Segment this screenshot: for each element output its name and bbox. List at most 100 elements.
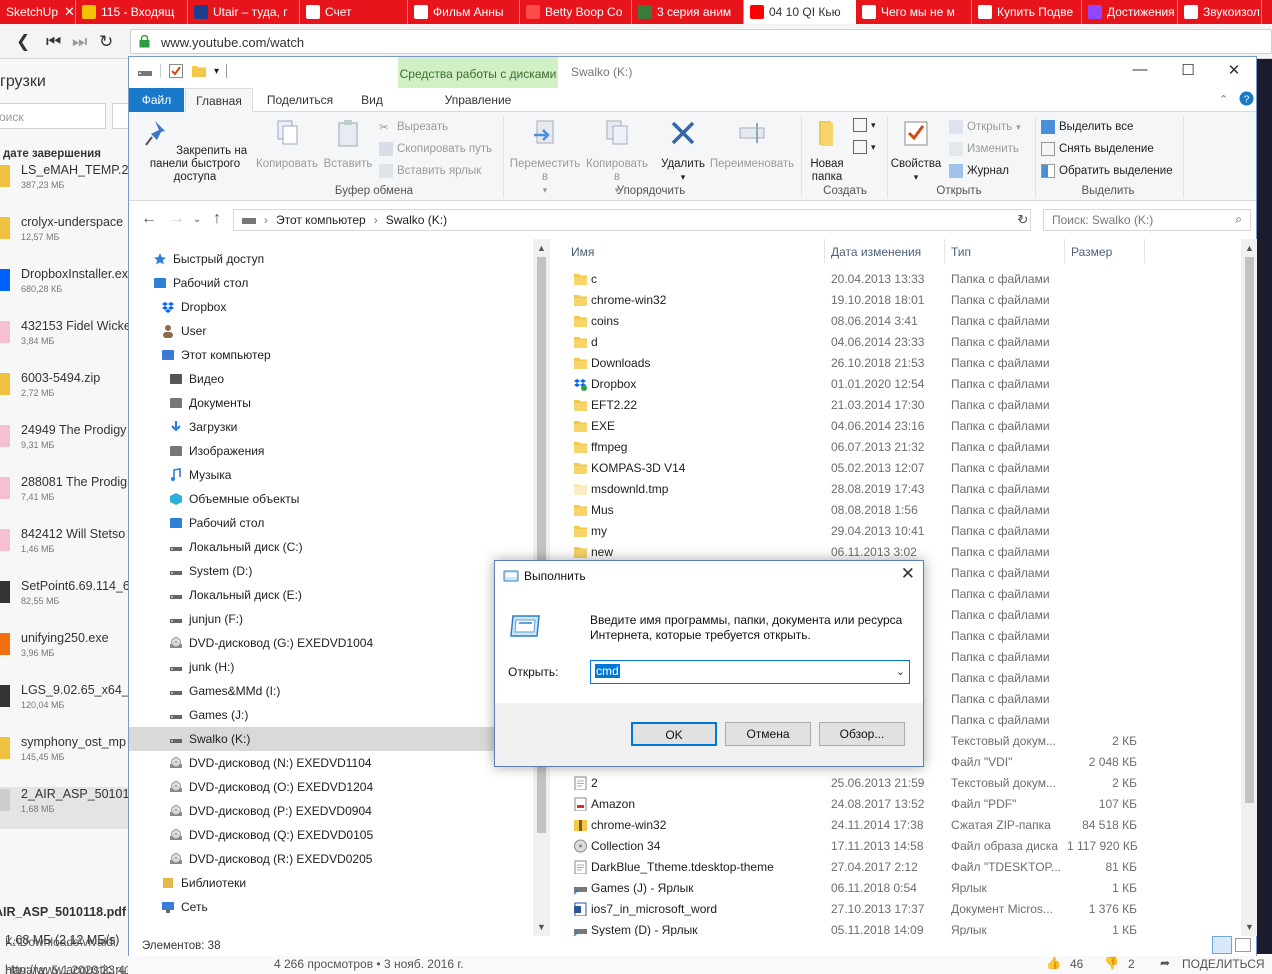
pin-button[interactable]: Закрепить на панели быстрого доступа [135, 118, 255, 184]
breadcrumb-drive[interactable]: Swalko (K:) [386, 213, 447, 227]
download-item[interactable]: LS_eMAH_TEMP.20 387,23 МБ [0, 163, 128, 215]
easy-access-button[interactable]: ▾ [853, 140, 876, 154]
column-separator[interactable] [944, 239, 945, 263]
nav-item[interactable]: Локальный диск (C:) [129, 535, 549, 559]
tab-file[interactable]: Файл [129, 88, 184, 112]
file-list-scrollbar[interactable]: ▲ ▼ [1241, 239, 1258, 936]
customize-qat-icon[interactable]: ▾ [214, 66, 219, 77]
download-item[interactable]: unifying250.exe 3,96 МБ [0, 631, 128, 683]
breadcrumb-computer[interactable]: Этот компьютер [276, 213, 366, 227]
downloads-filter-button[interactable] [112, 103, 128, 129]
browser-tab[interactable]: Счет [300, 0, 408, 24]
properties-button[interactable]: Свойства ▾ [889, 118, 943, 184]
file-row[interactable]: Dropbox 01.01.2020 12:54 Папка с файлами [563, 374, 1241, 395]
chevron-down-icon[interactable]: ⌄ [896, 665, 905, 678]
file-row[interactable]: msdownld.tmp 28.08.2019 17:43 Папка с файл… [563, 479, 1241, 500]
file-row[interactable]: DarkBlue_Ttheme.tdesktop-theme 27.04.2017… [563, 857, 1241, 878]
share-label[interactable]: ПОДЕЛИТЬСЯ [1182, 957, 1265, 971]
nav-item[interactable]: Рабочий стол [129, 271, 549, 295]
copy-button[interactable]: Копировать [255, 118, 319, 171]
file-row[interactable]: EFT2.22 21.03.2014 17:30 Папка с файлами [563, 395, 1241, 416]
download-item[interactable]: LGS_9.02.65_x64_Lo 120,04 МБ [0, 683, 128, 735]
back-icon[interactable]: ❮ [16, 32, 30, 52]
invert-selection-button[interactable]: Обратить выделение [1041, 164, 1173, 178]
nav-item[interactable]: Объемные объекты [129, 487, 549, 511]
refresh-icon[interactable]: ↻ [1013, 209, 1033, 231]
file-row[interactable]: ffmpeg 06.07.2013 21:32 Папка с файлами [563, 437, 1241, 458]
cancel-button[interactable]: Отмена [725, 722, 811, 746]
browser-tab[interactable]: SketchUp ✕ [0, 0, 76, 24]
maximize-button[interactable]: ☐ [1165, 61, 1211, 83]
delete-button[interactable]: Удалить ▾ [657, 118, 709, 184]
download-item[interactable]: SetPoint6.69.114_6 82,55 МБ [0, 579, 128, 631]
file-row[interactable]: my 29.04.2013 10:41 Папка с файлами [563, 521, 1241, 542]
reload-icon[interactable]: ↻ [99, 32, 113, 52]
browser-tab[interactable]: Utair – туда, г [188, 0, 300, 24]
browser-tab[interactable]: Достижения [1082, 0, 1178, 24]
column-separator[interactable] [1064, 239, 1065, 263]
forward-icon[interactable]: → [169, 210, 185, 228]
close-button[interactable]: ✕ [1211, 61, 1257, 83]
address-bar[interactable]: › Этот компьютер › Swalko (K:) ⌄ [233, 209, 1031, 231]
file-row[interactable]: d 04.06.2014 23:33 Папка с файлами [563, 332, 1241, 353]
scroll-down-icon[interactable]: ▼ [537, 922, 546, 932]
download-item[interactable]: DropboxInstaller.ex 680,28 КБ [0, 267, 128, 319]
nav-item[interactable]: junk (H:) [129, 655, 549, 679]
browser-tab[interactable]: 04 10 QI Кью [744, 0, 856, 24]
scroll-down-icon[interactable]: ▼ [1245, 922, 1254, 932]
column-name[interactable]: Имя [571, 239, 821, 263]
drive-icon[interactable] [137, 64, 153, 78]
nav-item[interactable]: DVD-дисковод (O:) EXEDVD1204 [129, 775, 549, 799]
file-row[interactable]: chrome-win32 19.10.2018 18:01 Папка с файл… [563, 290, 1241, 311]
browser-tab[interactable]: Betty Boop Co [520, 0, 632, 24]
nav-item[interactable]: Загрузки [129, 415, 549, 439]
file-row[interactable]: Downloads 26.10.2018 21:53 Папка с файлами [563, 353, 1241, 374]
column-separator[interactable] [1144, 239, 1145, 263]
tab-home[interactable]: Главная [185, 88, 253, 113]
browser-tab[interactable]: Чего мы не м [856, 0, 972, 24]
tab-manage[interactable]: Управление [398, 88, 558, 112]
downloads-search-input[interactable]: оиск [0, 103, 106, 129]
browser-tab[interactable]: 3 серия аним [632, 0, 744, 24]
nav-item[interactable]: Видео [129, 367, 549, 391]
nav-item[interactable]: Документы [129, 391, 549, 415]
nav-item[interactable]: DVD-дисковод (N:) EXEDVD1104 [129, 751, 549, 775]
select-none-button[interactable]: Снять выделение [1041, 142, 1154, 156]
file-row[interactable]: 2 25.06.2013 21:59 Текстовый докум... 2 КБ [563, 773, 1241, 794]
nav-item[interactable]: Библиотеки [129, 871, 549, 895]
nav-item[interactable]: Games (J:) [129, 703, 549, 727]
scroll-up-icon[interactable]: ▲ [1245, 243, 1254, 253]
select-all-button[interactable]: Выделить все [1041, 120, 1133, 134]
ok-button[interactable]: OK [631, 722, 717, 746]
nav-item[interactable]: Dropbox [129, 295, 549, 319]
nav-item[interactable]: Музыка [129, 463, 549, 487]
download-item[interactable]: 288081 The Prodig 7,41 МБ [0, 475, 128, 527]
nav-item[interactable]: Этот компьютер [129, 343, 549, 367]
scroll-up-icon[interactable]: ▲ [537, 243, 546, 253]
download-item[interactable]: 432153 Fidel Wicke 3,84 МБ [0, 319, 128, 371]
file-row[interactable]: c 20.04.2013 13:33 Папка с файлами [563, 269, 1241, 290]
nav-item[interactable]: junjun (F:) [129, 607, 549, 631]
like-icon[interactable]: 👍 [1046, 956, 1061, 970]
nav-item[interactable]: Изображения [129, 439, 549, 463]
browser-tab[interactable]: Купить Подве [972, 0, 1082, 24]
collapse-ribbon-icon[interactable]: ⌃ [1219, 93, 1228, 106]
file-row[interactable]: Collection 34 17.11.2013 14:58 Файл образа… [563, 836, 1241, 857]
search-input[interactable]: Поиск: Swalko (K:) ⌕ [1043, 209, 1251, 231]
browse-button[interactable]: Обзор... [819, 722, 905, 746]
history-button[interactable]: Журнал [949, 164, 1009, 178]
paste-shortcut-button[interactable]: Вставить ярлык [379, 164, 481, 178]
run-command-input[interactable]: cmd ⌄ [590, 660, 910, 684]
open-button[interactable]: Открыть ▾ [949, 120, 1021, 134]
file-row[interactable]: KOMPAS-3D V14 05.02.2013 12:07 Папка с фай… [563, 458, 1241, 479]
file-row[interactable]: Mus 08.08.2018 1:56 Папка с файлами [563, 500, 1241, 521]
browser-tab[interactable]: Звукоизол [1178, 0, 1262, 24]
nav-item[interactable]: DVD-дисковод (Q:) EXEDVD0105 [129, 823, 549, 847]
up-icon[interactable]: ↑ [213, 210, 221, 228]
first-icon[interactable]: ⏮ [46, 32, 61, 52]
copy-path-button[interactable]: Скопировать путь [379, 142, 492, 156]
paste-button[interactable]: Вставить [319, 118, 377, 171]
dislike-icon[interactable]: 👎 [1104, 956, 1119, 970]
file-row[interactable]: ios7_in_microsoft_word 27.10.2013 17:37 До… [563, 899, 1241, 920]
edit-button[interactable]: Изменить [949, 142, 1019, 156]
